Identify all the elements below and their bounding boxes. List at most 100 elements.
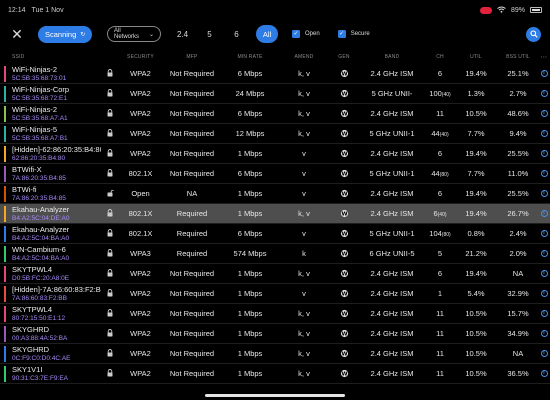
band-filter-all[interactable]: All xyxy=(256,25,278,43)
info-button[interactable]: i xyxy=(538,150,550,157)
info-button[interactable]: i xyxy=(538,130,550,137)
info-button[interactable]: i xyxy=(538,110,550,117)
info-icon: i xyxy=(540,170,548,177)
col-gen[interactable]: GEN xyxy=(330,54,358,60)
col-band[interactable]: BAND xyxy=(358,54,426,60)
info-button[interactable]: i xyxy=(538,190,550,197)
info-button[interactable]: i xyxy=(538,310,550,317)
table-row[interactable]: WiFi-Ninjas-2 5C:5B:35:68:A7:A1 WPA2 Not Re… xyxy=(0,104,550,124)
table-row[interactable]: SKYGHRD 0C:F9:C0:D0:4C:AE WPA2 Not Required… xyxy=(0,344,550,364)
row-min-rate: 1 Mbps xyxy=(237,369,263,378)
info-button[interactable]: i xyxy=(538,170,550,177)
row-ssid: WiFi-Ninjas-5 xyxy=(12,124,57,134)
table-row[interactable]: SKY1V1I 90:31:C3:7E:F9:EA WPA2 Not Required… xyxy=(0,364,550,384)
row-amend: k, v xyxy=(298,109,310,118)
row-band: 2.4 GHz ISM xyxy=(370,189,414,198)
info-button[interactable]: i xyxy=(538,290,550,297)
row-channel-number: 11 xyxy=(436,309,444,318)
col-ssid[interactable]: SSID xyxy=(0,53,101,62)
row-util: 10.5% xyxy=(465,109,487,118)
table-row[interactable]: WiFi-Ninjas-5 5C:5B:35:68:A7:B1 WPA2 Not Re… xyxy=(0,124,550,144)
lock-icon xyxy=(101,248,119,259)
row-color-bar xyxy=(4,166,6,182)
row-channel: 44(40) xyxy=(426,129,454,138)
row-mac: 00:A3:88:4A:52:BA xyxy=(12,334,68,342)
col-min-rate[interactable]: MIN RATE xyxy=(222,54,278,60)
row-ssid: [Hidden]-62:86:20:35:B4:80 xyxy=(12,144,101,154)
col-amend[interactable]: AMEND xyxy=(278,54,330,60)
col-util[interactable]: UTIL xyxy=(454,54,498,60)
close-icon[interactable]: ✕ xyxy=(10,27,24,41)
table-row[interactable]: WiFi-Ninjas-2 5C:5B:35:68:73:01 WPA2 Not Re… xyxy=(0,64,550,84)
svg-text:W: W xyxy=(341,151,347,157)
lock-icon xyxy=(101,108,119,119)
table-row[interactable]: WiFi-Ninjas-Corp 5C:5B:35:68:72:E1 WPA2 Not… xyxy=(0,84,550,104)
search-button[interactable] xyxy=(526,26,541,42)
lock-icon xyxy=(101,208,119,219)
open-filter-label: Open xyxy=(305,31,320,37)
row-band: 2.4 GHz ISM xyxy=(370,269,414,278)
info-icon: i xyxy=(540,90,548,97)
info-button[interactable]: i xyxy=(538,330,550,337)
row-security: WPA2 xyxy=(130,309,151,318)
info-icon: i xyxy=(540,350,548,357)
row-color-bar xyxy=(4,146,6,162)
col-mfp[interactable]: MFP xyxy=(162,54,222,60)
row-amend: k, v xyxy=(298,349,310,358)
row-mfp: Not Required xyxy=(169,169,215,178)
band-filter-2-4[interactable]: 2.4 xyxy=(169,30,196,39)
info-button[interactable]: i xyxy=(538,350,550,357)
status-bar: 12:14 Tue 1 Nov 89% xyxy=(0,0,550,20)
home-indicator[interactable] xyxy=(205,394,345,397)
scanning-button[interactable]: Scanning ↻ xyxy=(38,25,92,43)
table-row[interactable]: [Hidden]-62:86:20:35:B4:80 62:86:20:35:B4… xyxy=(0,144,550,164)
row-band: 5 GHz UNII-1 xyxy=(369,129,415,138)
info-button[interactable]: i xyxy=(538,270,550,277)
row-util: 10.5% xyxy=(465,309,487,318)
row-ssid: BTWi-fi xyxy=(12,184,37,194)
networks-dropdown[interactable]: All Networks ⌄ xyxy=(107,26,161,42)
table-row[interactable]: BTWi-fi 7A:86:20:35:B4:85 Open NA 1 Mbps v W 2.… xyxy=(0,184,550,204)
info-button[interactable]: i xyxy=(538,370,550,377)
table-row[interactable]: WN-Cambium-6 B4:A2:5C:04:BA:A0 WPA3 Require… xyxy=(0,244,550,264)
wifi-status-icon xyxy=(497,6,506,15)
table-row[interactable]: [Hidden]-7A:86:60:83:F2:BB 7A:86:60:83:F2… xyxy=(0,284,550,304)
table-row[interactable]: BTWifi-X 7A:86:20:35:B4:85 802.1X Not Requi… xyxy=(0,164,550,184)
row-min-rate: 1 Mbps xyxy=(237,309,263,318)
col-security[interactable]: SECURITY xyxy=(119,54,162,60)
info-icon: i xyxy=(540,210,548,217)
info-button[interactable]: i xyxy=(538,230,550,237)
info-button[interactable]: i xyxy=(538,250,550,257)
row-security: WPA2 xyxy=(130,89,151,98)
secure-filter-checkbox[interactable]: ✓ Secure xyxy=(337,30,370,38)
table-row[interactable]: SKYTPWL4 D0:5B:FC:20:A8:0E WPA2 Not Require… xyxy=(0,264,550,284)
table-row[interactable]: SKYTPWL4 80:72:15:50:E1:12 WPA2 Not Require… xyxy=(0,304,550,324)
band-filter-6[interactable]: 6 xyxy=(223,30,250,39)
row-util: 10.5% xyxy=(465,329,487,338)
table-body: WiFi-Ninjas-2 5C:5B:35:68:73:01 WPA2 Not Re… xyxy=(0,64,550,384)
col-bss-util[interactable]: BSS UTIL xyxy=(498,54,538,60)
band-filter-5[interactable]: 5 xyxy=(196,30,223,39)
wifi-gen-icon: W xyxy=(330,289,358,298)
table-row[interactable]: Ekahau-Analyzer B4:A2:5C:04:DE:A0 802.1X Re… xyxy=(0,204,550,224)
col-ch[interactable]: CH xyxy=(426,54,454,60)
row-security: WPA2 xyxy=(130,349,151,358)
info-button[interactable]: i xyxy=(538,90,550,97)
row-bss-util: 11.0% xyxy=(507,169,529,178)
lock-icon xyxy=(101,148,119,159)
table-row[interactable]: Ekahau-Analyzer B4:A2:5C:04:BA:A0 802.1X Re… xyxy=(0,224,550,244)
info-button[interactable]: i xyxy=(538,70,550,77)
row-band: 5 GHz UNII-1 xyxy=(369,169,415,178)
row-mfp: Not Required xyxy=(169,149,215,158)
row-security: WPA2 xyxy=(130,69,151,78)
row-channel: 11 xyxy=(426,369,454,378)
battery-percent: 89% xyxy=(510,6,525,14)
info-button[interactable]: i xyxy=(538,210,550,217)
more-options-icon[interactable]: ⋯ xyxy=(538,53,550,61)
info-icon: i xyxy=(540,310,548,317)
table-header: SSID SECURITY MFP MIN RATE AMEND GEN BAN… xyxy=(0,50,550,64)
row-amend: v xyxy=(302,169,306,178)
table-row[interactable]: SKYGHRD 00:A3:88:4A:52:BA WPA2 Not Required… xyxy=(0,324,550,344)
open-filter-checkbox[interactable]: ✓ Open xyxy=(292,30,320,38)
row-channel: 44(80) xyxy=(426,169,454,178)
